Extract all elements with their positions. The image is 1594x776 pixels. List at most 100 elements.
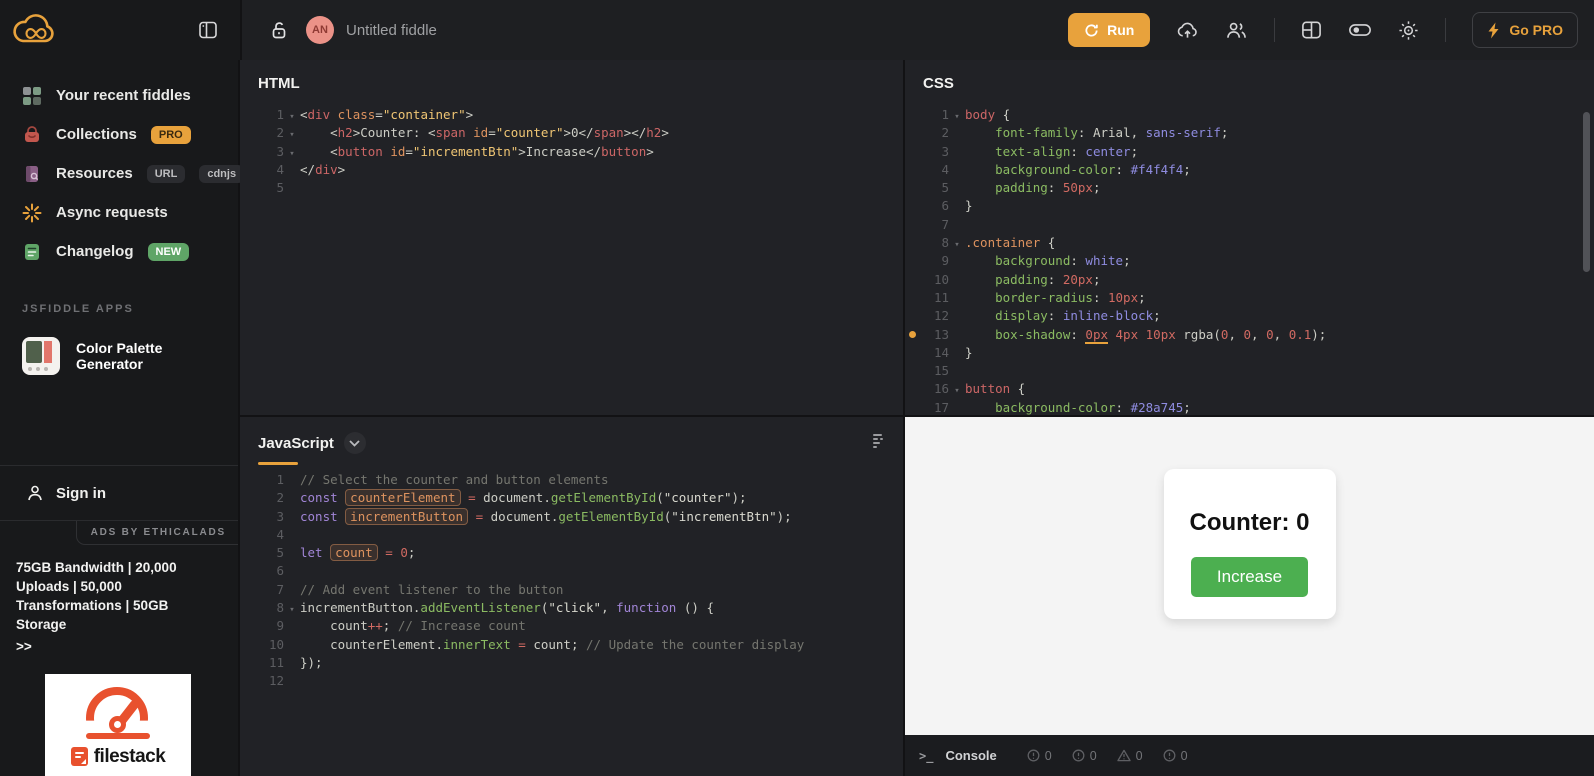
- fold-arrow-icon[interactable]: ▾: [949, 236, 965, 254]
- console-count-value: 0: [1045, 749, 1052, 763]
- code-line: 5: [240, 179, 903, 197]
- line-number: 2: [254, 124, 284, 142]
- line-number: 11: [254, 654, 284, 672]
- active-language-indicator: [258, 462, 298, 465]
- sidebar-toggle-icon[interactable]: [198, 20, 218, 40]
- sidebar-item-label: Collections: [56, 126, 137, 143]
- fold-arrow-icon[interactable]: ▾: [284, 145, 300, 163]
- console-count-info-circle: 0: [1072, 749, 1097, 763]
- theme-sun-icon[interactable]: [1398, 20, 1419, 41]
- console-count-log-circle: 0: [1163, 749, 1188, 763]
- code-line: 2▾ <h2>Counter: <span id="counter">0</sp…: [240, 124, 903, 142]
- code-line: 7: [905, 216, 1594, 234]
- line-number: 12: [919, 307, 949, 325]
- fold-arrow-icon[interactable]: ▾: [949, 108, 965, 126]
- ad-attribution: ADS BY ETHICALADS: [76, 521, 238, 545]
- cloud-upload-icon[interactable]: [1176, 20, 1199, 40]
- fold-arrow-icon[interactable]: ▾: [284, 601, 300, 619]
- css-panel: CSS 1▾body {2 font-family: Arial, sans-s…: [905, 60, 1594, 415]
- jsfiddle-logo-icon[interactable]: [10, 10, 58, 50]
- unlock-icon[interactable]: [270, 20, 288, 40]
- fiddle-title[interactable]: Untitled fiddle: [346, 22, 437, 39]
- toggle-switch-icon[interactable]: [1348, 21, 1372, 39]
- line-number: 12: [254, 672, 284, 690]
- code-line: 9 count++; // Increase count: [240, 617, 903, 635]
- code-line: 17 background-color: #28a745;: [905, 399, 1594, 415]
- line-number: 5: [254, 544, 284, 562]
- console-bar[interactable]: >_ Console 0000: [905, 735, 1594, 776]
- tidy-code-icon[interactable]: [867, 433, 885, 454]
- avatar[interactable]: AN: [306, 16, 334, 44]
- css-scrollbar-thumb[interactable]: [1583, 112, 1590, 272]
- apps-section-header: JSFIDDLE APPS: [0, 271, 238, 329]
- line-number: 4: [254, 526, 284, 544]
- badge-new: NEW: [148, 243, 190, 261]
- code-line: 6}: [905, 197, 1594, 215]
- css-editor[interactable]: 1▾body {2 font-family: Arial, sans-serif…: [905, 106, 1594, 415]
- filestack-ad-image[interactable]: filestack: [45, 674, 191, 776]
- sidebar-item-label: Async requests: [56, 204, 168, 221]
- code-line: 5let count = 0;: [240, 544, 903, 562]
- line-number: 3: [254, 143, 284, 161]
- ad-text[interactable]: 75GB Bandwidth | 20,000 Uploads | 50,000…: [14, 551, 224, 635]
- sidebar-item-your-recent-fiddles[interactable]: Your recent fiddles: [0, 76, 238, 115]
- line-number: 9: [254, 617, 284, 635]
- layout-panels-icon[interactable]: [1301, 20, 1322, 40]
- sidebar-item-changelog[interactable]: Changelog NEW: [0, 232, 238, 271]
- ad-more-link[interactable]: >>: [14, 635, 34, 658]
- line-number: 5: [254, 179, 284, 197]
- sidebar-item-label: Changelog: [56, 243, 134, 260]
- result-view: Counter: 0 Increase: [905, 417, 1594, 735]
- console-count-value: 0: [1090, 749, 1097, 763]
- line-number: 3: [254, 508, 284, 526]
- html-editor[interactable]: 1▾<div class="container">2▾ <h2>Counter:…: [240, 106, 903, 197]
- css-panel-title: CSS: [923, 75, 954, 92]
- go-pro-button[interactable]: Go PRO: [1472, 12, 1578, 48]
- line-number: 7: [919, 216, 949, 234]
- fold-arrow-icon[interactable]: ▾: [284, 126, 300, 144]
- console-count-value: 0: [1136, 749, 1143, 763]
- console-counters: 0 0 0 0: [1027, 749, 1188, 763]
- increase-button[interactable]: Increase: [1191, 557, 1308, 597]
- result-container-card: Counter: 0 Increase: [1164, 469, 1336, 619]
- language-dropdown[interactable]: [344, 432, 366, 454]
- badge-cdnjs: cdnjs: [199, 165, 244, 183]
- line-number: 1: [919, 106, 949, 124]
- topbar: AN Untitled fiddle Run: [0, 0, 1594, 60]
- fold-arrow-icon[interactable]: ▾: [949, 382, 965, 400]
- lightning-bolt-icon: [1487, 22, 1501, 39]
- ad-section: ADS BY ETHICALADS 75GB Bandwidth | 20,00…: [0, 520, 238, 776]
- code-line: 16▾button {: [905, 380, 1594, 398]
- code-line: 3 text-align: center;: [905, 143, 1594, 161]
- fold-arrow-icon[interactable]: ▾: [284, 108, 300, 126]
- lint-warning-dot[interactable]: [905, 331, 919, 338]
- line-number: 5: [919, 179, 949, 197]
- console-prompt-icon: >_: [919, 749, 933, 763]
- sidebar-item-collections[interactable]: Collections PRO: [0, 115, 238, 154]
- sidebar-item-resources[interactable]: ResourcesURLcdnjs: [0, 154, 238, 193]
- collaborate-users-icon[interactable]: [1225, 20, 1248, 40]
- line-number: 10: [919, 271, 949, 289]
- code-line: 4: [240, 526, 903, 544]
- code-line: 13 box-shadow: 0px 4px 10px rgba(0, 0, 0…: [905, 326, 1594, 344]
- code-line: 5 padding: 50px;: [905, 179, 1594, 197]
- badge-pro: PRO: [151, 126, 191, 144]
- code-line: 2 font-family: Arial, sans-serif;: [905, 124, 1594, 142]
- code-line: 9 background: white;: [905, 252, 1594, 270]
- line-number: 1: [254, 106, 284, 124]
- code-line: 11});: [240, 654, 903, 672]
- js-editor[interactable]: 1// Select the counter and button elemen…: [240, 471, 903, 691]
- async-icon: [22, 203, 42, 223]
- line-number: 14: [919, 344, 949, 362]
- refresh-icon: [1084, 23, 1099, 38]
- line-number: 4: [919, 161, 949, 179]
- code-line: 6: [240, 562, 903, 580]
- sign-in-button[interactable]: Sign in: [0, 465, 238, 520]
- line-number: 16: [919, 380, 949, 398]
- resources-icon: [22, 164, 42, 184]
- sidebar-item-color-palette-generator[interactable]: Color Palette Generator: [0, 329, 238, 383]
- badge-url: URL: [147, 165, 186, 183]
- run-button[interactable]: Run: [1068, 13, 1150, 47]
- sidebar-item-async-requests[interactable]: Async requests: [0, 193, 238, 232]
- line-number: 1: [254, 471, 284, 489]
